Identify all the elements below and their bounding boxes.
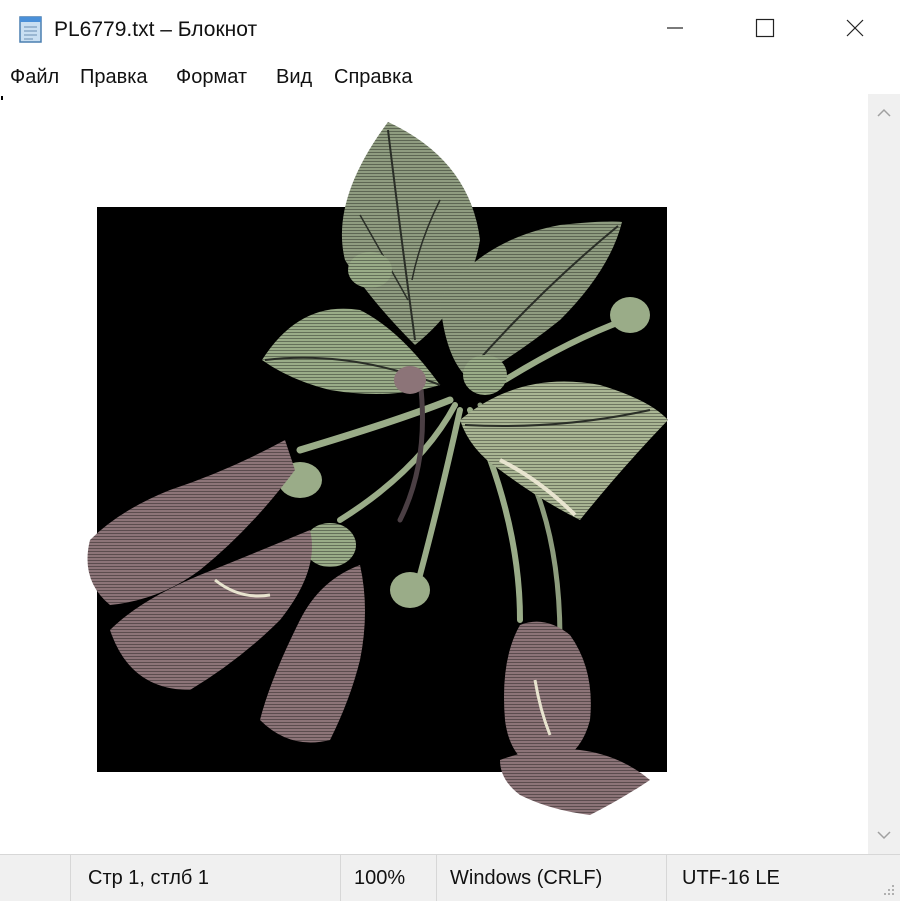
status-divider [70,855,71,901]
maximize-button[interactable] [720,0,810,60]
menu-view[interactable]: Вид [276,66,312,89]
scroll-down-icon[interactable] [876,828,892,842]
status-encoding: UTF-16 LE [682,867,780,889]
resize-grip-icon[interactable] [882,883,896,897]
minimize-button[interactable] [630,0,720,60]
scroll-up-icon[interactable] [876,106,892,120]
menu-edit[interactable]: Правка [80,66,148,89]
window-title: PL6779.txt – Блокнот [54,18,258,41]
title-bar: PL6779.txt – Блокнот [0,0,900,60]
status-line-ending: Windows (CRLF) [450,867,603,889]
vertical-scrollbar[interactable] [868,94,900,854]
status-bar: Стр 1, стлб 1 100% Windows (CRLF) UTF-16… [0,854,900,901]
menu-format[interactable]: Формат [176,66,247,89]
status-divider [436,855,437,901]
status-divider [666,855,667,901]
menu-file[interactable]: Файл [10,66,59,89]
close-icon [845,18,865,43]
text-editor[interactable] [0,94,868,854]
status-cursor-position: Стр 1, стлб 1 [88,867,210,889]
status-divider [340,855,341,901]
status-zoom: 100% [354,867,406,889]
menu-help[interactable]: Справка [334,66,412,89]
notepad-icon [18,14,44,44]
maximize-icon [755,18,775,43]
close-button[interactable] [810,0,900,60]
text-art-illustration [87,122,668,815]
menu-bar: Файл Правка Формат Вид Справка [0,60,900,94]
minimize-icon [665,18,685,43]
